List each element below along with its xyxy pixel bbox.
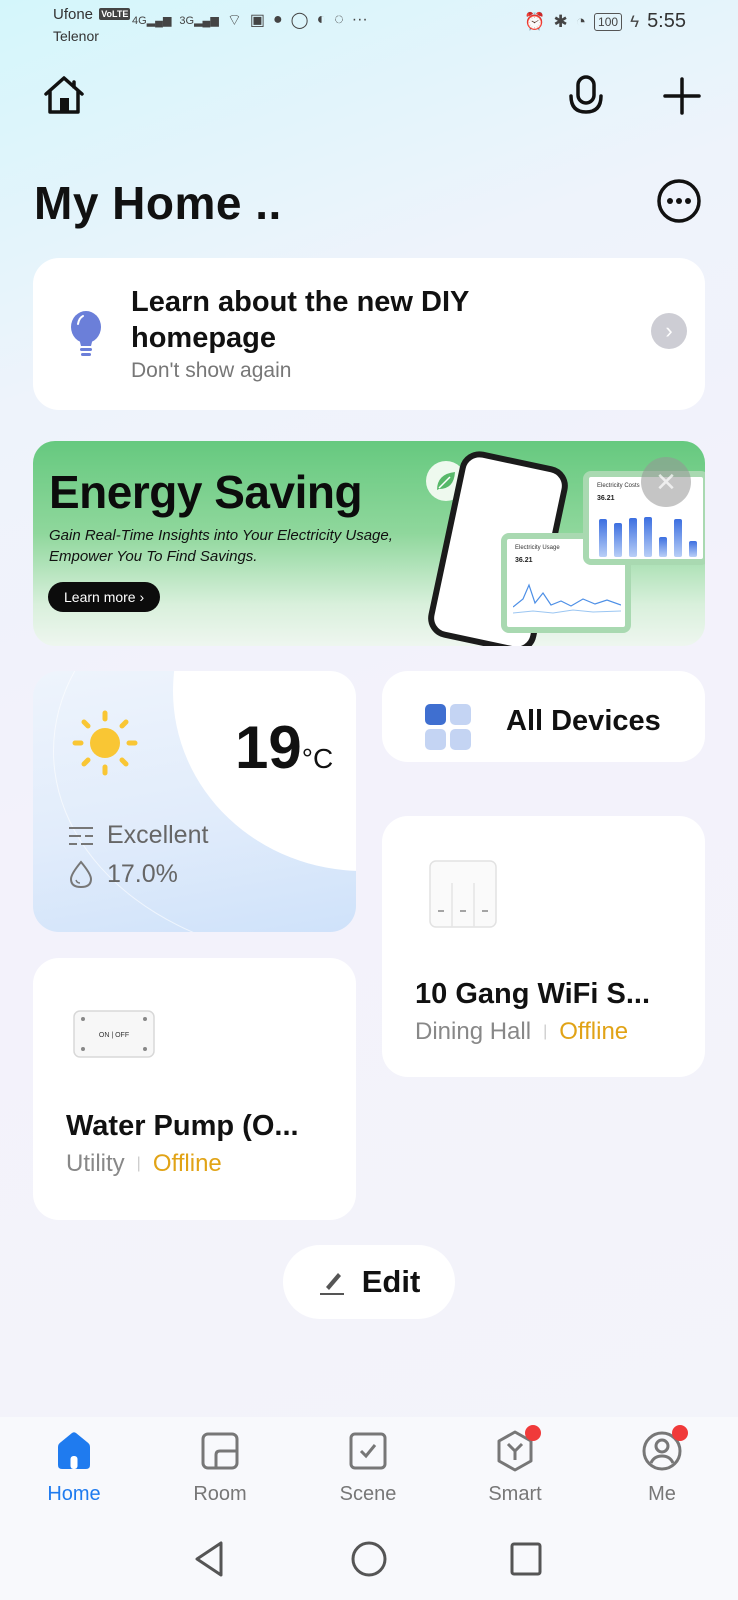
- charging-icon: ϟ: [630, 11, 640, 31]
- device-name: 10 Gang WiFi S...: [415, 978, 651, 1010]
- loading-icon: ◌: [334, 11, 344, 28]
- recents-icon[interactable]: [506, 1539, 546, 1579]
- air-quality-icon: [69, 826, 93, 845]
- device-meta: Dining Hall | Offline: [415, 1018, 629, 1045]
- home-icon[interactable]: [42, 74, 86, 116]
- usage-line-chart: [513, 583, 621, 614]
- device-meta: Utility | Offline: [66, 1150, 222, 1177]
- home-nav-icon[interactable]: [349, 1539, 389, 1579]
- energy-saving-banner[interactable]: Energy Saving Gain Real-Time Insights in…: [33, 441, 705, 646]
- page-title[interactable]: My Home ..: [34, 176, 282, 230]
- all-devices-card[interactable]: All Devices: [382, 671, 705, 762]
- wifi-icon: ⌔: [226, 12, 242, 29]
- learn-more-button[interactable]: Learn more ›: [48, 582, 161, 612]
- signal-icon: 3G▂▄▆: [179, 14, 219, 27]
- notification-badge: [672, 1425, 688, 1441]
- tab-home[interactable]: Home: [24, 1429, 124, 1506]
- banner-title: Energy Saving: [49, 466, 363, 518]
- edit-label: Edit: [361, 1264, 421, 1299]
- tab-smart[interactable]: Smart: [465, 1425, 565, 1506]
- diy-homepage-card[interactable]: Learn about the new DIY homepage Don't s…: [33, 258, 705, 410]
- device-card[interactable]: 10 Gang WiFi S... Dining Hall | Offline: [382, 816, 705, 1077]
- sun-icon: [72, 710, 138, 776]
- weather-card[interactable]: 19°C Excellent 17.0%: [33, 671, 356, 932]
- chevron-right-icon[interactable]: ›: [651, 313, 687, 349]
- temperature: 19°C: [235, 714, 334, 781]
- scene-icon: [349, 1432, 387, 1470]
- bluetooth-icon: ✱: [553, 11, 568, 31]
- svg-text:ON | OFF: ON | OFF: [99, 1032, 129, 1039]
- status-icons-left: 4G▂▄▆ 3G▂▄▆ ⌔ ▣ ● ◯ ◐ ◌ ···: [132, 10, 368, 30]
- device-status: Offline: [559, 1018, 629, 1045]
- device-room: Dining Hall: [415, 1018, 532, 1045]
- overflow-icon: ···: [351, 11, 368, 28]
- tab-me[interactable]: Me: [612, 1425, 712, 1506]
- carrier-name-2: Telenor: [53, 28, 99, 44]
- edit-button[interactable]: Edit: [283, 1245, 455, 1319]
- water-drop-icon: [69, 860, 93, 889]
- lightbulb-icon: [71, 311, 101, 356]
- volte-badge: VoLTE: [99, 8, 131, 20]
- clock: 5:55: [647, 10, 686, 32]
- battery-icon: 100: [594, 12, 623, 31]
- speed-icon: ◔: [575, 11, 587, 31]
- device-room: Utility: [66, 1150, 125, 1177]
- signal-icon: 4G▂▄▆: [132, 14, 172, 27]
- costs-bar-chart: [599, 517, 697, 557]
- plus-icon[interactable]: [662, 76, 702, 116]
- notification-icon: ▣: [249, 12, 265, 29]
- more-icon[interactable]: [656, 178, 702, 224]
- alarm-icon: ⏰: [524, 11, 546, 31]
- diy-card-title: Learn about the new DIY homepage: [131, 286, 469, 354]
- chat-icon: ●: [272, 11, 283, 28]
- carrier-name: Ufone: [53, 6, 94, 23]
- dont-show-again-link[interactable]: Don't show again: [131, 359, 291, 383]
- tab-scene[interactable]: Scene: [318, 1429, 418, 1506]
- moon-icon: ◐: [316, 11, 327, 28]
- home-tab-icon: [58, 1432, 90, 1469]
- humidity: 17.0%: [67, 859, 178, 889]
- device-card[interactable]: ON | OFF Water Pump (O... Utility | Offl…: [33, 958, 356, 1220]
- back-icon[interactable]: [191, 1539, 231, 1579]
- whatsapp-icon: ◯: [290, 12, 309, 29]
- microphone-icon[interactable]: [566, 74, 606, 118]
- room-icon: [201, 1432, 239, 1470]
- air-quality: Excellent: [67, 821, 208, 850]
- all-devices-grid-icon: [425, 704, 471, 750]
- tab-room[interactable]: Room: [170, 1429, 270, 1506]
- banner-subtitle: Gain Real-Time Insights into Your Electr…: [49, 527, 393, 565]
- system-navigation-bar: [0, 1527, 738, 1600]
- status-icons-right: ⏰ ✱ ◔ 100 ϟ 5:55: [524, 10, 686, 33]
- status-bar: Ufone VoLTE Telenor 4G▂▄▆ 3G▂▄▆ ⌔ ▣ ● ◯ …: [0, 0, 738, 50]
- device-status: Offline: [152, 1150, 222, 1177]
- bottom-tab-bar: Home Room Scene Smart Me: [0, 1417, 738, 1527]
- notification-badge: [525, 1425, 541, 1441]
- wall-switch-icon: [429, 860, 497, 928]
- all-devices-label: All Devices: [506, 705, 661, 737]
- close-banner-button[interactable]: ✕: [641, 457, 691, 507]
- pencil-icon: [319, 1273, 344, 1295]
- smart-switch-icon: ON | OFF: [73, 1010, 155, 1058]
- device-name: Water Pump (O...: [66, 1110, 299, 1142]
